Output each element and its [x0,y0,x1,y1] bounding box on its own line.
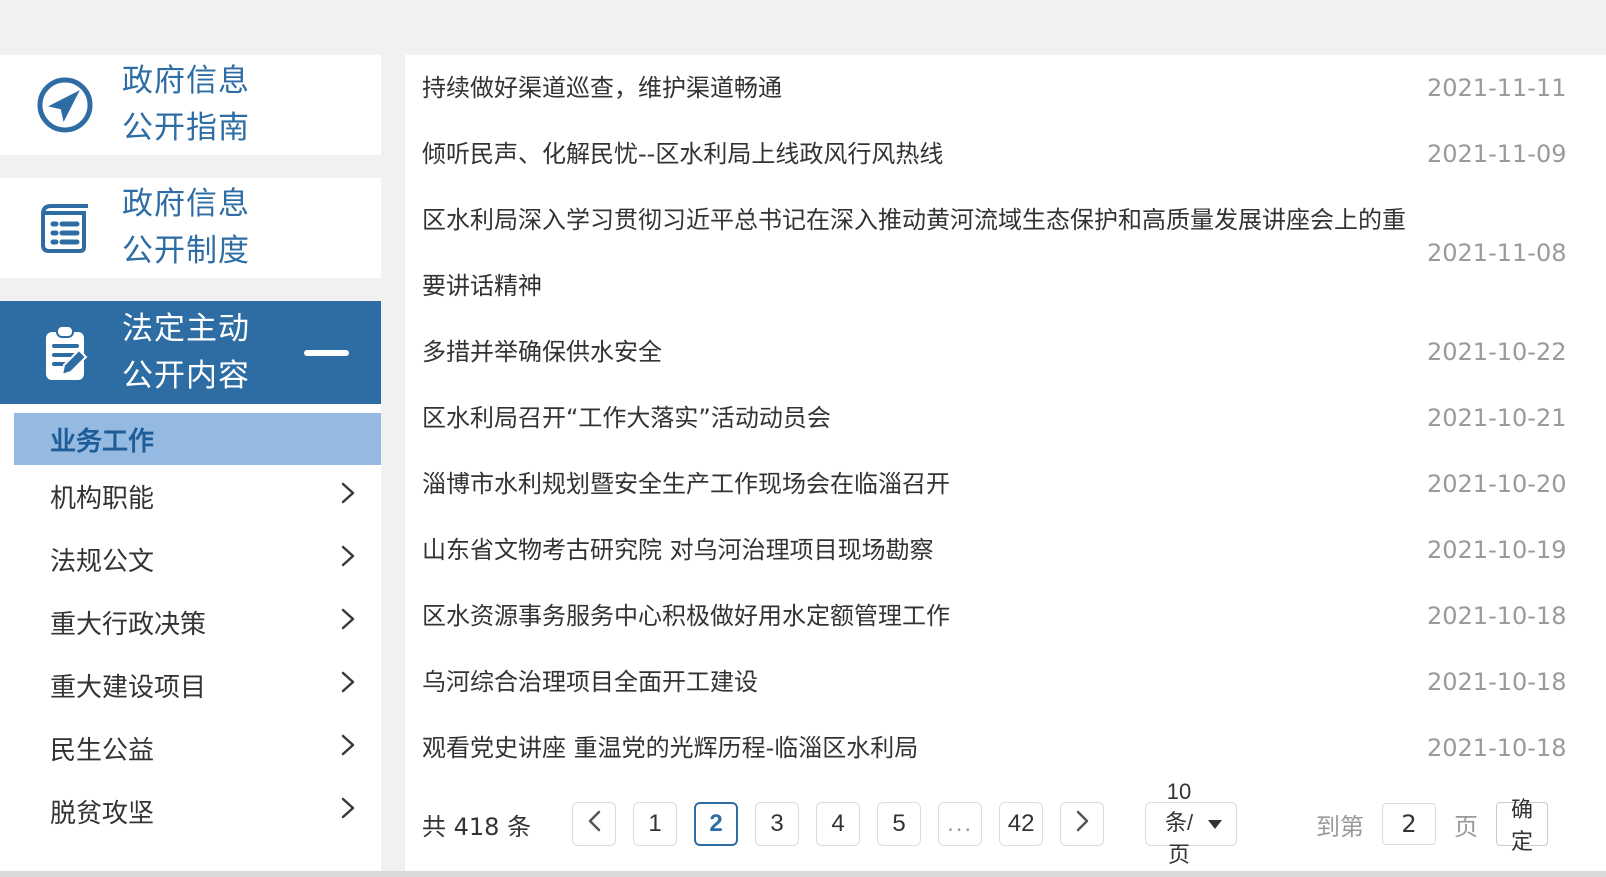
news-title-link[interactable]: 区水利局召开“工作大落实”活动动员会 [422,385,1427,451]
sidebar-item-label: 政府信息 公开指南 [122,63,250,146]
sidebar-item-label: 法定主动 公开内容 [122,310,250,394]
news-list-panel: 持续做好渠道巡查，维护渠道畅通 2021-11-11 倾听民声、化解民忧--区水… [405,55,1606,871]
news-title-link[interactable]: 乌河综合治理项目全面开工建设 [422,649,1427,715]
collapse-minus-icon [304,349,349,356]
news-row: 倾听民声、化解民忧--区水利局上线政风行风热线 2021-11-09 [422,121,1566,187]
news-date: 2021-10-19 [1427,536,1567,564]
news-title-link[interactable]: 区水资源事务服务中心积极做好用水定额管理工作 [422,583,1427,649]
news-date: 2021-10-20 [1427,470,1567,498]
news-date: 2021-10-18 [1427,602,1567,630]
chevron-right-icon [341,544,355,575]
caret-down-icon [1207,819,1222,829]
page-button-42[interactable]: 42 [999,802,1044,846]
jump-page-input[interactable] [1381,803,1436,845]
submenu-item-label: 脱贫攻坚 [50,799,155,829]
chevron-right-icon [341,796,355,827]
confirm-button[interactable]: 确定 [1495,797,1548,854]
news-row: 区水资源事务服务中心积极做好用水定额管理工作 2021-10-18 [422,583,1566,649]
sidebar-item-system[interactable]: 政府信息 公开制度 [0,178,381,278]
sidebar-submenu: 业务工作 机构职能 法规公文 重大行政决策 重大建设项目 民生公益 脱贫攻坚 [0,404,381,871]
pagination-bar: 共 418 条 1 2 3 4 5 ... 42 10 条/页 到第 页 确定 [422,779,1548,867]
news-date: 2021-11-11 [1427,74,1567,102]
book-list-icon [33,196,97,260]
compass-icon [33,73,97,137]
chevron-right-icon [341,733,355,764]
news-date: 2021-11-09 [1427,140,1567,168]
page: { "colors": { "accent": "#2e6da4", "subm… [0,0,1606,877]
sidebar: 政府信息 公开指南 政府信息 公开制度 法定主动 公开内容 业务工作 机构职能 … [0,55,381,871]
jump-suffix-label: 页 [1453,812,1478,841]
news-title-link[interactable]: 倾听民声、化解民忧--区水利局上线政风行风热线 [422,121,1427,187]
news-title-link[interactable]: 多措并举确保供水安全 [422,319,1427,385]
news-date: 2021-10-21 [1427,404,1567,432]
clipboard-pencil-icon [33,321,97,385]
chevron-right-icon [1076,810,1089,839]
footer-strip [0,871,1606,877]
page-jump-group: 到第 页 确定 [1315,797,1548,854]
sidebar-item-mandatory-disclosure[interactable]: 法定主动 公开内容 [0,301,381,404]
news-title-link[interactable]: 观看党史讲座 重温党的光辉历程-临淄区水利局 [422,715,1427,781]
news-title-link[interactable]: 持续做好渠道巡查，维护渠道畅通 [422,55,1427,121]
news-row: 淄博市水利规划暨安全生产工作现场会在临淄召开 2021-10-20 [422,451,1566,517]
submenu-item-label: 民生公益 [50,736,155,766]
page-ellipsis-button[interactable]: ... [938,802,983,846]
chevron-right-icon [341,607,355,638]
sidebar-item-guide[interactable]: 政府信息 公开指南 [0,55,381,155]
submenu-item-regulations[interactable]: 法规公文 [0,528,381,591]
chevron-left-icon [588,810,601,839]
news-row: 区水利局深入学习贯彻习近平总书记在深入推动黄河流域生态保护和高质量发展讲座会上的… [422,187,1566,319]
chevron-right-icon [341,670,355,701]
news-title-link[interactable]: 山东省文物考古研究院 对乌河治理项目现场勘察 [422,517,1427,583]
submenu-item-business-work[interactable]: 业务工作 [14,413,381,465]
news-title-link[interactable]: 区水利局深入学习贯彻习近平总书记在深入推动黄河流域生态保护和高质量发展讲座会上的… [422,187,1427,319]
submenu-item-label: 重大行政决策 [50,610,207,640]
news-row: 山东省文物考古研究院 对乌河治理项目现场勘察 2021-10-19 [422,517,1566,583]
page-button-3[interactable]: 3 [755,802,800,846]
news-date: 2021-10-22 [1427,338,1567,366]
news-row: 区水利局召开“工作大落实”活动动员会 2021-10-21 [422,385,1566,451]
submenu-item-label: 机构职能 [50,484,155,514]
sidebar-item-label: 政府信息 公开制度 [122,186,250,269]
news-date: 2021-11-08 [1427,239,1567,267]
submenu-item-org-functions[interactable]: 机构职能 [0,465,381,528]
news-row: 多措并举确保供水安全 2021-10-22 [422,319,1566,385]
jump-prefix-label: 到第 [1315,812,1364,841]
news-date: 2021-10-18 [1427,668,1567,696]
page-button-4[interactable]: 4 [816,802,861,846]
submenu-item-label: 重大建设项目 [50,673,207,703]
news-row: 持续做好渠道巡查，维护渠道畅通 2021-11-11 [422,55,1566,121]
submenu-item-label: 业务工作 [50,426,155,457]
submenu-item-major-projects[interactable]: 重大建设项目 [0,654,381,717]
news-date: 2021-10-18 [1427,734,1567,762]
submenu-item-label: 法规公文 [50,547,155,577]
page-button-5[interactable]: 5 [877,802,922,846]
next-page-button[interactable] [1060,802,1105,846]
page-size-select[interactable]: 10 条/页 [1145,779,1237,867]
pagination-total-count: 共 418 条 [422,812,532,841]
news-row: 观看党史讲座 重温党的光辉历程-临淄区水利局 2021-10-18 [422,715,1566,781]
submenu-item-major-decisions[interactable]: 重大行政决策 [0,591,381,654]
page-button-2-active[interactable]: 2 [694,802,739,846]
chevron-right-icon [341,481,355,512]
submenu-item-livelihood[interactable]: 民生公益 [0,717,381,780]
submenu-item-poverty-alleviation[interactable]: 脱贫攻坚 [0,780,381,843]
page-size-label: 10 条/页 [1164,779,1194,867]
prev-page-button[interactable] [572,802,617,846]
news-row: 乌河综合治理项目全面开工建设 2021-10-18 [422,649,1566,715]
page-button-1[interactable]: 1 [633,802,678,846]
news-title-link[interactable]: 淄博市水利规划暨安全生产工作现场会在临淄召开 [422,451,1427,517]
